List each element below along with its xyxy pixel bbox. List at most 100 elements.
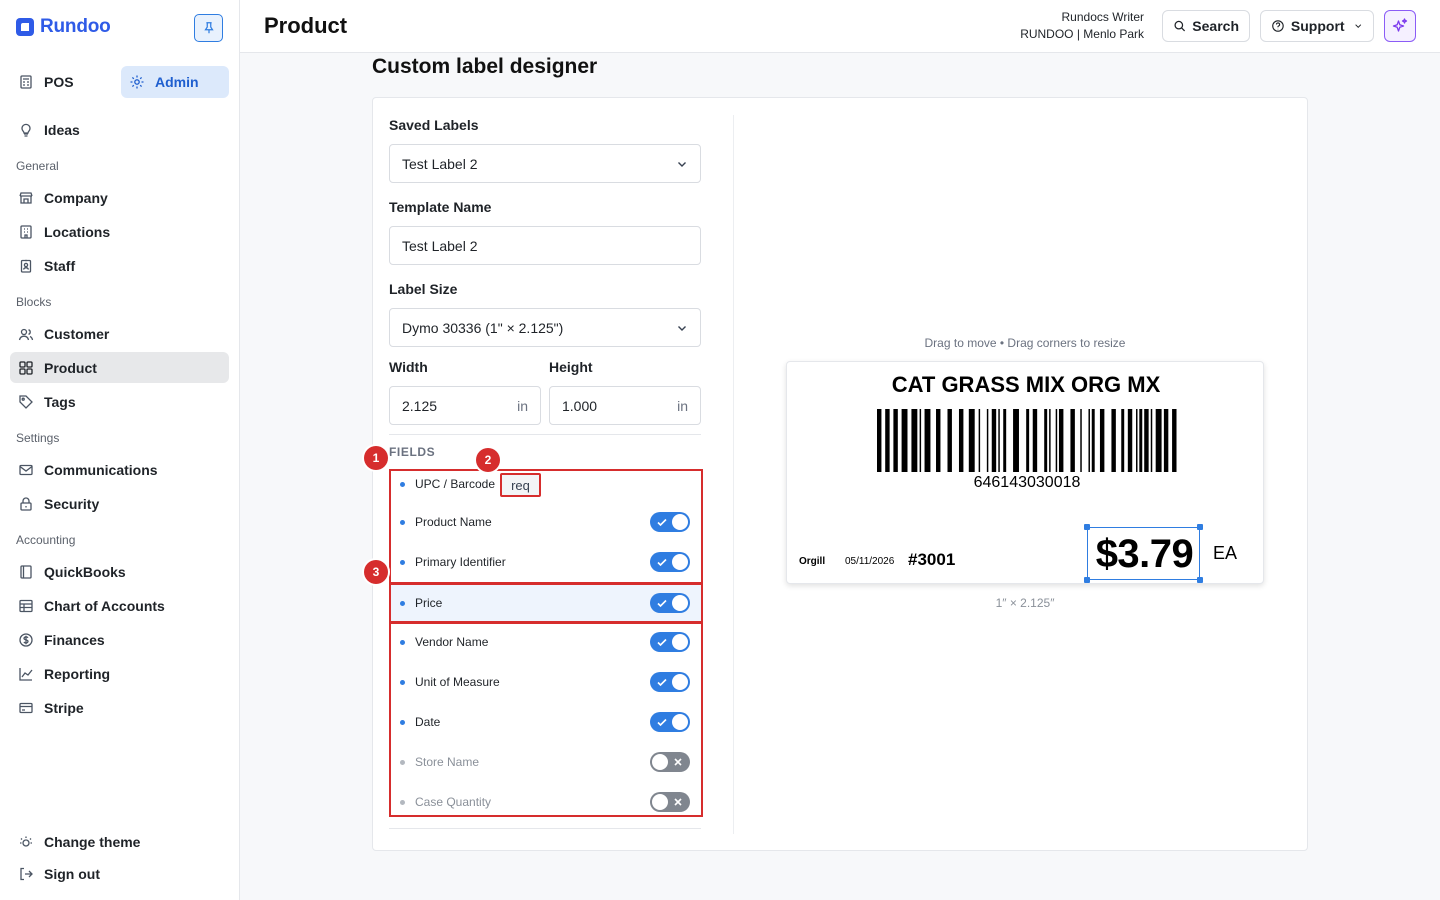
grid-icon xyxy=(19,360,33,375)
barcode-bar xyxy=(1172,409,1177,472)
mode-switcher: POS Admin xyxy=(10,66,229,98)
sidebar-item-chart-of-accounts[interactable]: Chart of Accounts xyxy=(10,590,229,621)
height-value: 1.000 xyxy=(562,397,598,414)
resize-handle[interactable] xyxy=(1084,577,1090,583)
barcode-bar xyxy=(1144,409,1149,472)
label-upc[interactable]: 646143030018 xyxy=(787,474,1267,492)
chevron-down-icon xyxy=(1354,24,1361,28)
template-name-input[interactable]: Test Label 2 xyxy=(389,226,701,265)
label-uom[interactable]: EA xyxy=(1213,543,1237,564)
barcode-bar xyxy=(1044,409,1048,472)
barcode-bar xyxy=(1013,409,1019,472)
label-size-label: Label Size xyxy=(389,281,458,297)
support-button[interactable]: Support xyxy=(1260,10,1374,42)
sidebar-item-label: Ideas xyxy=(44,121,80,138)
barcode-bar xyxy=(991,409,997,472)
sign-out-icon xyxy=(20,867,33,881)
annotation-box-1 xyxy=(389,469,703,584)
brand-name: Rundoo xyxy=(40,16,111,37)
label-price: $3.79 xyxy=(1095,532,1194,576)
sidebar-item-label: Security xyxy=(44,495,100,512)
sidebar-item-reporting[interactable]: Reporting xyxy=(10,658,229,689)
mode-admin-label: Admin xyxy=(155,74,199,90)
pin-sidebar-button[interactable] xyxy=(194,14,223,42)
change-theme-button[interactable]: Change theme xyxy=(10,827,229,857)
barcode-bar xyxy=(1070,409,1075,472)
search-icon xyxy=(1174,20,1186,32)
sidebar-item-locations[interactable]: Locations xyxy=(10,216,229,247)
label-barcode[interactable] xyxy=(877,409,1177,472)
height-input[interactable]: 1.000 in xyxy=(549,386,701,425)
width-input[interactable]: 2.125 in xyxy=(389,386,541,425)
sidebar-item-tags[interactable]: Tags xyxy=(10,386,229,417)
resize-handle[interactable] xyxy=(1197,524,1203,530)
sidebar-item-company[interactable]: Company xyxy=(10,182,229,213)
barcode-bar xyxy=(936,409,941,472)
sidebar: Rundoo POS Admin Ideas General Company L… xyxy=(0,0,240,900)
barcode-bar xyxy=(1080,409,1082,472)
sidebar-item-label: Locations xyxy=(44,223,111,240)
sidebar-item-finances[interactable]: Finances xyxy=(10,624,229,655)
barcode-bar xyxy=(924,409,931,472)
user-info: Rundocs Writer RUNDOO | Menlo Park xyxy=(1020,9,1144,43)
template-name-label: Template Name xyxy=(389,199,492,215)
annotation-badge-2: 2 xyxy=(476,448,500,472)
label-price-selected[interactable]: $3.79 xyxy=(1084,524,1203,583)
sidebar-item-product[interactable]: Product xyxy=(10,352,229,383)
search-button[interactable]: Search xyxy=(1162,10,1250,42)
height-label: Height xyxy=(549,359,593,375)
barcode-bar xyxy=(1032,409,1038,472)
sidebar-item-label: Product xyxy=(44,359,97,376)
brand-logo[interactable]: Rundoo xyxy=(16,16,111,38)
ai-assistant-button[interactable] xyxy=(1384,10,1416,42)
theme-icon xyxy=(20,836,32,847)
sign-out-button[interactable]: Sign out xyxy=(10,859,229,889)
label-vendor[interactable]: Orgill xyxy=(799,556,825,567)
barcode-bar xyxy=(978,409,981,472)
barcode-bar xyxy=(947,409,952,472)
divider xyxy=(389,434,701,435)
sidebar-item-staff[interactable]: Staff xyxy=(10,250,229,281)
mail-icon xyxy=(19,464,33,475)
barcode-bar xyxy=(901,409,908,472)
store-icon xyxy=(19,191,33,204)
barcode-bar xyxy=(1136,409,1138,472)
change-theme-label: Change theme xyxy=(44,834,141,850)
mode-pos-button[interactable]: POS xyxy=(10,66,115,98)
sidebar-item-label: Tags xyxy=(44,393,76,410)
label-size-value: Dymo 30336 (1" × 2.125") xyxy=(402,319,564,336)
sidebar-item-stripe[interactable]: Stripe xyxy=(10,692,229,723)
barcode-bar xyxy=(998,409,1000,472)
barcode-bar xyxy=(1088,409,1090,472)
label-identifier[interactable]: #3001 xyxy=(908,550,955,570)
resize-handle[interactable] xyxy=(1084,524,1090,530)
sidebar-item-communications[interactable]: Communications xyxy=(10,454,229,485)
barcode-bar xyxy=(1091,409,1095,472)
barcode-bar xyxy=(1049,409,1051,472)
saved-labels-select[interactable]: Test Label 2 xyxy=(389,144,701,183)
label-date[interactable]: 05/11/2026 xyxy=(845,556,894,567)
barcode-bar xyxy=(1127,409,1133,472)
barcode-bar xyxy=(1099,409,1105,472)
sidebar-item-quickbooks[interactable]: QuickBooks xyxy=(10,556,229,587)
label-size-select[interactable]: Dymo 30336 (1" × 2.125") xyxy=(389,308,701,347)
barcode-bar xyxy=(877,409,882,472)
barcode-bar xyxy=(893,409,898,472)
sidebar-item-customer[interactable]: Customer xyxy=(10,318,229,349)
width-value: 2.125 xyxy=(402,397,438,414)
label-product-name[interactable]: CAT GRASS MIX ORG MX xyxy=(787,372,1265,398)
sparkles-icon xyxy=(1392,18,1408,32)
table-icon xyxy=(19,599,33,612)
top-header: Product Rundocs Writer RUNDOO | Menlo Pa… xyxy=(240,0,1440,53)
section-general: General xyxy=(16,159,59,173)
barcode-bar xyxy=(1026,409,1030,472)
sidebar-item-security[interactable]: Security xyxy=(10,488,229,519)
mode-admin-button[interactable]: Admin xyxy=(121,66,229,98)
barcode-bar xyxy=(968,409,975,472)
sidebar-item-label: Chart of Accounts xyxy=(44,597,165,614)
barcode-bar xyxy=(1058,409,1064,472)
lightbulb-icon xyxy=(21,123,31,137)
resize-handle[interactable] xyxy=(1197,577,1203,583)
sidebar-item-ideas[interactable]: Ideas xyxy=(10,114,229,145)
sidebar-item-label: QuickBooks xyxy=(44,563,126,580)
